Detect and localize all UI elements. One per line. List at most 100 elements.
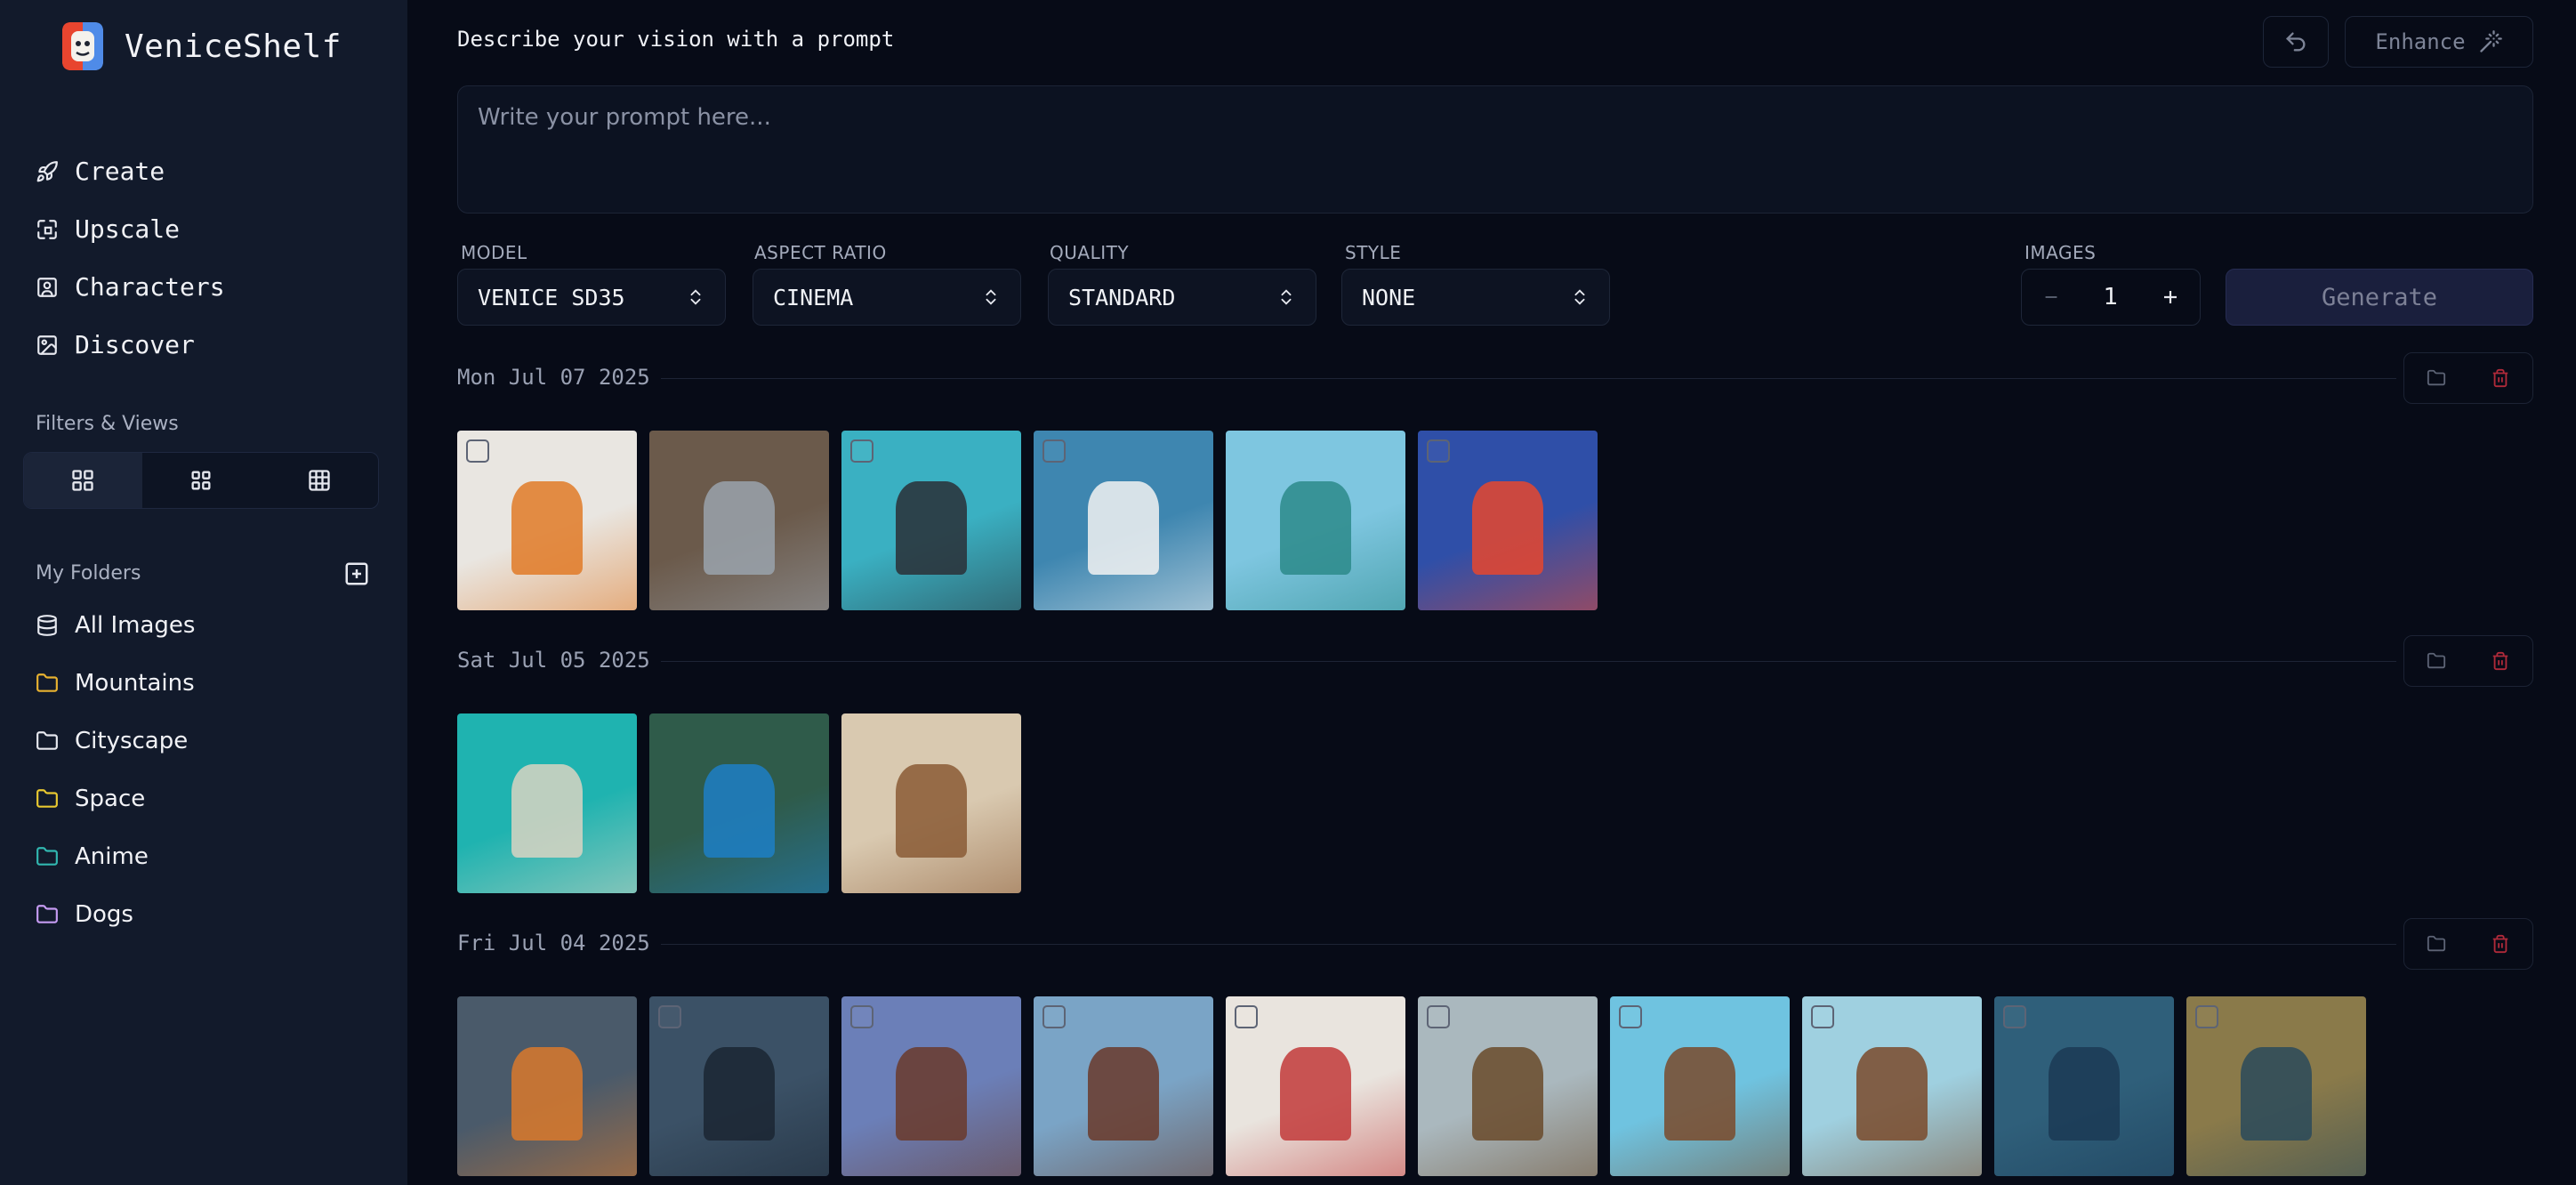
folder-mountains[interactable]: Mountains [36, 654, 374, 712]
generate-button[interactable]: Generate [2226, 269, 2533, 326]
aspect-value: CINEMA [773, 284, 854, 310]
select-checkbox[interactable] [1042, 439, 1066, 463]
folder-label: All Images [75, 611, 196, 639]
quality-select[interactable]: STANDARD [1048, 269, 1316, 326]
folder-list: All Images Mountains Cityscape Space Ani… [36, 596, 374, 943]
undo-button[interactable] [2263, 16, 2329, 68]
image-subject [1087, 1046, 1160, 1141]
group-date: Mon Jul 07 2025 [457, 365, 661, 390]
folder-space[interactable]: Space [36, 770, 374, 827]
folder-cityscape[interactable]: Cityscape [36, 712, 374, 770]
image-thumbnail[interactable] [1226, 996, 1405, 1176]
trash-icon [2492, 934, 2508, 954]
image-subject [895, 480, 968, 575]
image-thumbnail[interactable] [841, 996, 1021, 1176]
select-checkbox[interactable] [2195, 1005, 2218, 1028]
image-thumbnail[interactable] [1418, 996, 1598, 1176]
select-checkbox[interactable] [658, 1005, 681, 1028]
brand[interactable]: VeniceShelf [55, 20, 342, 73]
image-thumbnail[interactable] [457, 996, 637, 1176]
increment-button[interactable] [2157, 284, 2184, 310]
style-select[interactable]: NONE [1341, 269, 1610, 326]
image-subject [2240, 1046, 2313, 1141]
move-to-folder-button[interactable] [2404, 353, 2468, 403]
trash-icon [2492, 368, 2508, 388]
nav-label: Create [75, 157, 165, 186]
select-checkbox[interactable] [1042, 1005, 1066, 1028]
group-actions [2403, 918, 2533, 970]
nav-item-upscale[interactable]: Upscale [36, 200, 374, 258]
move-to-folder-button[interactable] [2404, 919, 2468, 969]
image-thumbnail[interactable] [457, 713, 637, 893]
image-thumbnail[interactable] [1226, 431, 1405, 610]
magic-wand-icon [2479, 30, 2502, 52]
folder-dogs[interactable]: Dogs [36, 885, 374, 943]
rocket-icon [36, 160, 58, 181]
delete-button[interactable] [2468, 353, 2532, 403]
add-folder-icon[interactable] [343, 560, 370, 587]
image-thumbnail[interactable] [649, 996, 829, 1176]
person-icon [37, 277, 57, 297]
aspect-ratio-select[interactable]: CINEMA [753, 269, 1021, 326]
images-stepper: 1 [2021, 269, 2201, 326]
app-name: VeniceShelf [125, 28, 342, 65]
select-checkbox[interactable] [1427, 439, 1450, 463]
nav-item-discover[interactable]: Discover [36, 316, 374, 374]
image-thumbnail[interactable] [841, 713, 1021, 893]
nav-label: Discover [75, 330, 195, 359]
image-thumbnail[interactable] [649, 431, 829, 610]
upscale-icon [37, 219, 57, 239]
nav-item-create[interactable]: Create [36, 142, 374, 200]
divider [457, 661, 2396, 662]
enhance-label: Enhance [2375, 29, 2466, 54]
enhance-button[interactable]: Enhance [2345, 16, 2533, 68]
view-medium-grid-button[interactable] [142, 453, 261, 508]
folder-anime[interactable]: Anime [36, 827, 374, 885]
select-checkbox[interactable] [466, 439, 489, 463]
folder-all-images[interactable]: All Images [36, 596, 374, 654]
folders-label: My Folders [36, 562, 141, 584]
group-actions [2403, 635, 2533, 687]
image-thumbnail[interactable] [649, 713, 829, 893]
image-thumbnail[interactable] [1034, 431, 1213, 610]
select-checkbox[interactable] [1427, 1005, 1450, 1028]
nav-item-characters[interactable]: Characters [36, 258, 374, 316]
image-subject [1856, 1046, 1928, 1141]
images-count: 1 [2103, 284, 2119, 310]
select-checkbox[interactable] [850, 439, 873, 463]
move-to-folder-button[interactable] [2404, 636, 2468, 686]
style-value: NONE [1362, 284, 1416, 310]
prompt-input[interactable] [457, 85, 2533, 214]
view-small-grid-button[interactable] [260, 453, 378, 508]
image-thumbnail[interactable] [1802, 996, 1982, 1176]
select-checkbox[interactable] [2003, 1005, 2026, 1028]
date-group-header: Mon Jul 07 2025 [457, 352, 2533, 404]
delete-button[interactable] [2468, 919, 2532, 969]
delete-button[interactable] [2468, 636, 2532, 686]
image-thumbnail[interactable] [841, 431, 1021, 610]
nav-label: Characters [75, 272, 225, 302]
select-checkbox[interactable] [850, 1005, 873, 1028]
image-thumbnail[interactable] [1034, 996, 1213, 1176]
image-thumbnail[interactable] [2186, 996, 2366, 1176]
select-checkbox[interactable] [1811, 1005, 1834, 1028]
image-thumbnail[interactable] [1994, 996, 2174, 1176]
nav-label: Upscale [75, 214, 181, 244]
filters-label: Filters & Views [36, 413, 179, 435]
folder-label: Space [75, 785, 146, 812]
image-subject [895, 1046, 968, 1141]
decrement-button[interactable] [2038, 284, 2065, 310]
folder-icon [2427, 935, 2446, 952]
folder-label: Anime [75, 842, 149, 870]
image-subject [703, 763, 776, 858]
image-thumbnail[interactable] [457, 431, 637, 610]
image-subject [1087, 480, 1160, 575]
select-checkbox[interactable] [1619, 1005, 1642, 1028]
select-checkbox[interactable] [1235, 1005, 1258, 1028]
image-thumbnail[interactable] [1418, 431, 1598, 610]
sidebar: VeniceShelf Create Upscale Characters Di… [0, 0, 407, 1185]
view-large-grid-button[interactable] [24, 453, 142, 508]
image-thumbnail[interactable] [1610, 996, 1790, 1176]
view-toggle [23, 452, 379, 509]
model-select[interactable]: VENICE SD35 [457, 269, 726, 326]
